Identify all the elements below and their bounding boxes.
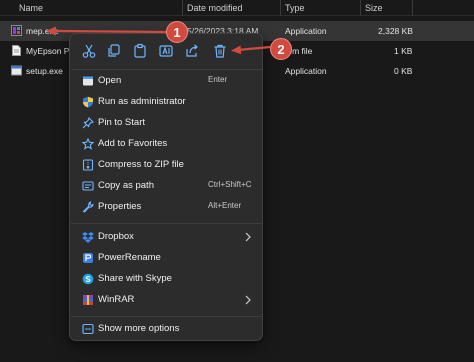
context-menu: Open Enter Run as administrator Pin to S… bbox=[69, 33, 263, 341]
paste-icon bbox=[134, 43, 146, 58]
menu-item-pin-to-start[interactable]: Pin to Start bbox=[75, 113, 259, 133]
menu-divider bbox=[71, 69, 263, 70]
rename-icon bbox=[159, 45, 173, 57]
file-type: Application bbox=[285, 26, 327, 36]
cut-button[interactable] bbox=[81, 43, 97, 59]
copy-path-icon bbox=[82, 180, 94, 192]
file-icon bbox=[11, 45, 22, 56]
delete-button[interactable] bbox=[212, 43, 228, 59]
column-separator[interactable] bbox=[360, 0, 361, 16]
menu-item-label: Pin to Start bbox=[98, 117, 145, 128]
menu-item-compress-to-zip[interactable]: Compress to ZIP file bbox=[75, 155, 259, 175]
dropbox-icon bbox=[82, 231, 94, 243]
pin-icon bbox=[82, 117, 94, 129]
file-name: mep.exe bbox=[26, 26, 59, 36]
menu-item-powerrename[interactable]: PowerRename bbox=[75, 248, 259, 268]
column-name[interactable]: Name bbox=[19, 3, 43, 13]
menu-item-run-as-administrator[interactable]: Run as administrator bbox=[75, 92, 259, 112]
more-options-icon bbox=[82, 323, 94, 335]
menu-item-label: Compress to ZIP file bbox=[98, 159, 184, 170]
zip-icon bbox=[82, 159, 94, 171]
delete-icon bbox=[214, 44, 226, 58]
file-size: 1 KB bbox=[394, 46, 413, 56]
exe-icon bbox=[11, 25, 22, 36]
file-type: Application bbox=[285, 66, 327, 76]
menu-item-winrar[interactable]: WinRAR bbox=[75, 290, 259, 310]
menu-item-show-more-options[interactable]: Show more options bbox=[75, 319, 259, 339]
exe-icon bbox=[11, 65, 22, 76]
column-type[interactable]: Type bbox=[285, 3, 305, 13]
share-button[interactable] bbox=[184, 43, 200, 59]
open-app-icon bbox=[82, 75, 94, 87]
file-size: 0 KB bbox=[394, 66, 413, 76]
chevron-right-icon bbox=[244, 295, 252, 305]
chevron-right-icon bbox=[244, 232, 252, 242]
menu-item-label: Dropbox bbox=[98, 231, 134, 242]
powerrename-icon bbox=[82, 252, 94, 264]
column-header: Name Date modified Type Size bbox=[0, 0, 474, 16]
file-name: setup.exe bbox=[26, 66, 63, 76]
column-date-modified[interactable]: Date modified bbox=[187, 3, 243, 13]
annotation-badge-1: 1 bbox=[166, 21, 188, 43]
shield-icon bbox=[82, 96, 94, 108]
column-size[interactable]: Size bbox=[365, 3, 383, 13]
menu-divider bbox=[71, 223, 263, 224]
column-separator[interactable] bbox=[280, 0, 281, 16]
column-separator[interactable] bbox=[412, 0, 413, 16]
menu-item-label: Properties bbox=[98, 201, 142, 212]
column-separator[interactable] bbox=[182, 0, 183, 16]
rename-button[interactable] bbox=[158, 43, 174, 59]
scissors-icon bbox=[82, 44, 96, 58]
menu-item-shortcut: Enter bbox=[208, 75, 228, 84]
menu-item-label: Show more options bbox=[98, 323, 180, 334]
star-icon bbox=[82, 138, 94, 150]
menu-item-shortcut: Ctrl+Shift+C bbox=[208, 180, 252, 189]
share-icon bbox=[186, 44, 198, 57]
quick-actions-bar bbox=[70, 34, 264, 68]
annotation-badge-2: 2 bbox=[270, 38, 292, 60]
menu-item-label: WinRAR bbox=[98, 294, 135, 305]
wrench-icon bbox=[82, 201, 94, 213]
menu-item-copy-as-path[interactable]: Copy as path Ctrl+Shift+C bbox=[75, 176, 259, 196]
menu-item-label: Add to Favorites bbox=[98, 138, 168, 149]
menu-item-add-to-favorites[interactable]: Add to Favorites bbox=[75, 134, 259, 154]
menu-item-open[interactable]: Open Enter bbox=[75, 71, 259, 91]
menu-divider bbox=[71, 316, 263, 317]
copy-icon bbox=[108, 44, 120, 57]
menu-item-label: Run as administrator bbox=[98, 96, 186, 107]
file-name: MyEpson Po bbox=[26, 46, 75, 56]
menu-item-label: Copy as path bbox=[98, 180, 154, 191]
menu-item-label: PowerRename bbox=[98, 252, 161, 263]
winrar-icon bbox=[82, 294, 94, 306]
menu-item-shortcut: Alt+Enter bbox=[208, 201, 242, 210]
menu-item-properties[interactable]: Properties Alt+Enter bbox=[75, 197, 259, 217]
paste-button[interactable] bbox=[132, 43, 148, 59]
menu-item-label: Share with Skype bbox=[98, 273, 172, 284]
menu-item-dropbox[interactable]: Dropbox bbox=[75, 227, 259, 247]
skype-icon bbox=[82, 273, 94, 285]
menu-item-share-with-skype[interactable]: Share with Skype bbox=[75, 269, 259, 289]
menu-item-label: Open bbox=[98, 75, 122, 86]
copy-button[interactable] bbox=[106, 43, 122, 59]
file-size: 2,328 KB bbox=[378, 26, 413, 36]
